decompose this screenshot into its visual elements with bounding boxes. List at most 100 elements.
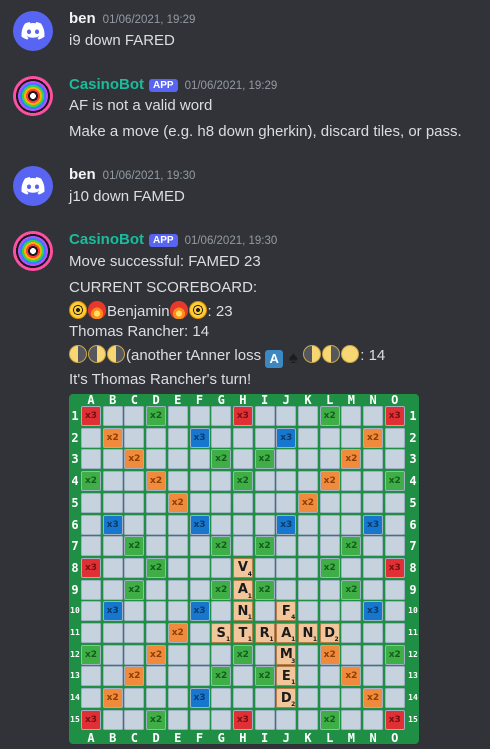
board-square[interactable] <box>319 536 340 557</box>
board-square[interactable] <box>298 536 318 557</box>
board-square[interactable] <box>102 666 123 687</box>
board-square[interactable] <box>211 406 232 426</box>
bot-username[interactable]: CasinoBot <box>69 76 144 93</box>
board-square[interactable] <box>102 709 123 730</box>
board-square[interactable] <box>81 427 101 448</box>
board-square[interactable] <box>211 709 232 730</box>
board-square[interactable] <box>254 688 275 709</box>
board-square[interactable] <box>124 623 145 643</box>
board-square[interactable] <box>167 427 188 448</box>
board-square[interactable] <box>276 406 297 426</box>
double-letter-square[interactable]: x2 <box>146 709 167 730</box>
board-square[interactable] <box>124 514 145 535</box>
board-square[interactable] <box>81 666 101 687</box>
board-square[interactable] <box>298 406 318 426</box>
board-square[interactable] <box>384 688 405 709</box>
board-square[interactable] <box>363 623 384 643</box>
board-square[interactable] <box>124 601 145 622</box>
board-square[interactable] <box>124 644 145 665</box>
board-square[interactable] <box>102 536 123 557</box>
board-square[interactable] <box>384 666 405 687</box>
board-square[interactable] <box>102 623 123 643</box>
triple-letter-square[interactable]: x3 <box>276 427 297 448</box>
board-square[interactable] <box>298 471 318 492</box>
double-letter-square[interactable]: x2 <box>146 406 167 426</box>
letter-tile[interactable]: D2 <box>276 688 297 709</box>
board-square[interactable] <box>167 557 188 578</box>
board-square[interactable] <box>384 514 405 535</box>
letter-tile[interactable]: R1 <box>254 623 275 643</box>
board-square[interactable] <box>81 601 101 622</box>
double-letter-square[interactable]: x2 <box>319 709 340 730</box>
board-square[interactable] <box>146 579 167 600</box>
board-square[interactable] <box>189 623 210 643</box>
letter-tile[interactable]: S1 <box>211 623 232 643</box>
letter-tile[interactable]: D2 <box>319 623 340 643</box>
letter-tile[interactable]: T1 <box>232 623 253 643</box>
board-square[interactable] <box>167 709 188 730</box>
board-square[interactable] <box>232 449 253 470</box>
double-letter-square[interactable]: x2 <box>254 449 275 470</box>
board-square[interactable] <box>124 427 145 448</box>
double-letter-square[interactable]: x2 <box>254 666 275 687</box>
board-square[interactable] <box>81 623 101 643</box>
board-square[interactable] <box>232 492 253 513</box>
double-word-square[interactable]: x2 <box>102 688 123 709</box>
board-square[interactable] <box>319 492 340 513</box>
board-square[interactable] <box>298 601 318 622</box>
board-square[interactable] <box>102 644 123 665</box>
board-square[interactable] <box>363 644 384 665</box>
board-square[interactable] <box>341 688 362 709</box>
board-square[interactable] <box>211 514 232 535</box>
double-word-square[interactable]: x2 <box>363 688 384 709</box>
letter-tile[interactable]: N1 <box>232 601 253 622</box>
double-letter-square[interactable]: x2 <box>232 644 253 665</box>
board-square[interactable] <box>254 427 275 448</box>
board-square[interactable] <box>363 709 384 730</box>
board-square[interactable] <box>167 449 188 470</box>
triple-letter-square[interactable]: x3 <box>276 514 297 535</box>
board-square[interactable] <box>254 709 275 730</box>
board-square[interactable] <box>341 406 362 426</box>
board-square[interactable] <box>232 427 253 448</box>
board-square[interactable] <box>276 536 297 557</box>
board-square[interactable] <box>211 492 232 513</box>
board-square[interactable] <box>319 449 340 470</box>
triple-letter-square[interactable]: x3 <box>363 514 384 535</box>
triple-word-square[interactable]: x3 <box>81 557 101 578</box>
board-square[interactable] <box>319 666 340 687</box>
board-square[interactable] <box>124 557 145 578</box>
board-square[interactable] <box>102 449 123 470</box>
board-square[interactable] <box>254 492 275 513</box>
double-letter-square[interactable]: x2 <box>254 536 275 557</box>
board-square[interactable] <box>341 601 362 622</box>
board-square[interactable] <box>124 471 145 492</box>
board-square[interactable] <box>189 536 210 557</box>
double-word-square[interactable]: x2 <box>319 471 340 492</box>
board-square[interactable] <box>189 666 210 687</box>
triple-word-square[interactable]: x3 <box>232 709 253 730</box>
board-square[interactable] <box>319 514 340 535</box>
board-square[interactable] <box>363 406 384 426</box>
board-square[interactable] <box>384 579 405 600</box>
board-square[interactable] <box>81 688 101 709</box>
triple-word-square[interactable]: x3 <box>384 557 405 578</box>
board-square[interactable] <box>102 579 123 600</box>
board-square[interactable] <box>232 666 253 687</box>
triple-word-square[interactable]: x3 <box>81 406 101 426</box>
board-square[interactable] <box>276 492 297 513</box>
board-square[interactable] <box>298 688 318 709</box>
board-square[interactable] <box>167 601 188 622</box>
board-square[interactable] <box>189 406 210 426</box>
board-square[interactable] <box>341 514 362 535</box>
board-square[interactable] <box>189 449 210 470</box>
board-square[interactable] <box>146 688 167 709</box>
username[interactable]: ben <box>69 166 96 183</box>
board-square[interactable] <box>232 688 253 709</box>
board-square[interactable] <box>384 623 405 643</box>
double-letter-square[interactable]: x2 <box>211 666 232 687</box>
double-letter-square[interactable]: x2 <box>319 557 340 578</box>
board-square[interactable] <box>146 666 167 687</box>
board-square[interactable] <box>254 601 275 622</box>
double-letter-square[interactable]: x2 <box>81 644 101 665</box>
